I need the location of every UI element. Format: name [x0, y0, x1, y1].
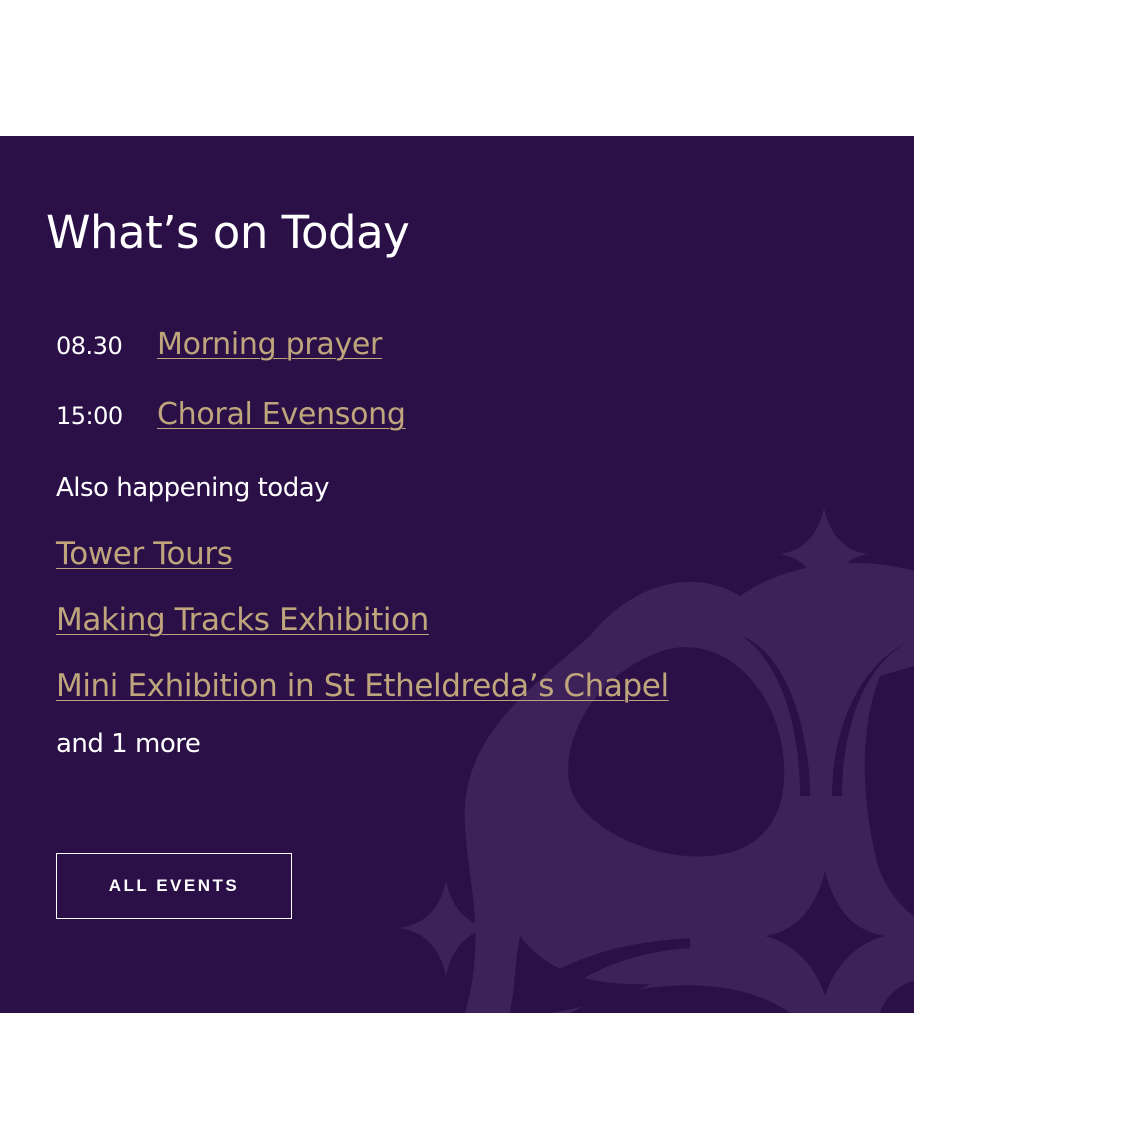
also-link-mini-exhibition[interactable]: Mini Exhibition in St Etheldreda’s Chape… — [56, 668, 669, 704]
event-row-choral-evensong: 15:00 Choral Evensong — [56, 392, 656, 436]
fleur-de-lis-icon — [400, 508, 914, 1013]
all-events-button[interactable]: ALL EVENTS — [56, 853, 292, 919]
also-link-tower-tours[interactable]: Tower Tours — [56, 536, 233, 572]
event-time: 15:00 — [56, 402, 123, 430]
event-row-morning-prayer: 08.30 Morning prayer — [56, 322, 656, 366]
event-time: 08.30 — [56, 332, 123, 360]
event-link-choral-evensong[interactable]: Choral Evensong — [157, 397, 406, 432]
page-title: What’s on Today — [46, 206, 410, 259]
also-link-making-tracks-exhibition[interactable]: Making Tracks Exhibition — [56, 602, 429, 638]
also-happening-label: Also happening today — [56, 473, 330, 503]
event-link-morning-prayer[interactable]: Morning prayer — [157, 327, 382, 362]
more-count-text: and 1 more — [56, 729, 201, 759]
whats-on-panel: What’s on Today 08.30 Morning prayer 15:… — [0, 136, 914, 1013]
